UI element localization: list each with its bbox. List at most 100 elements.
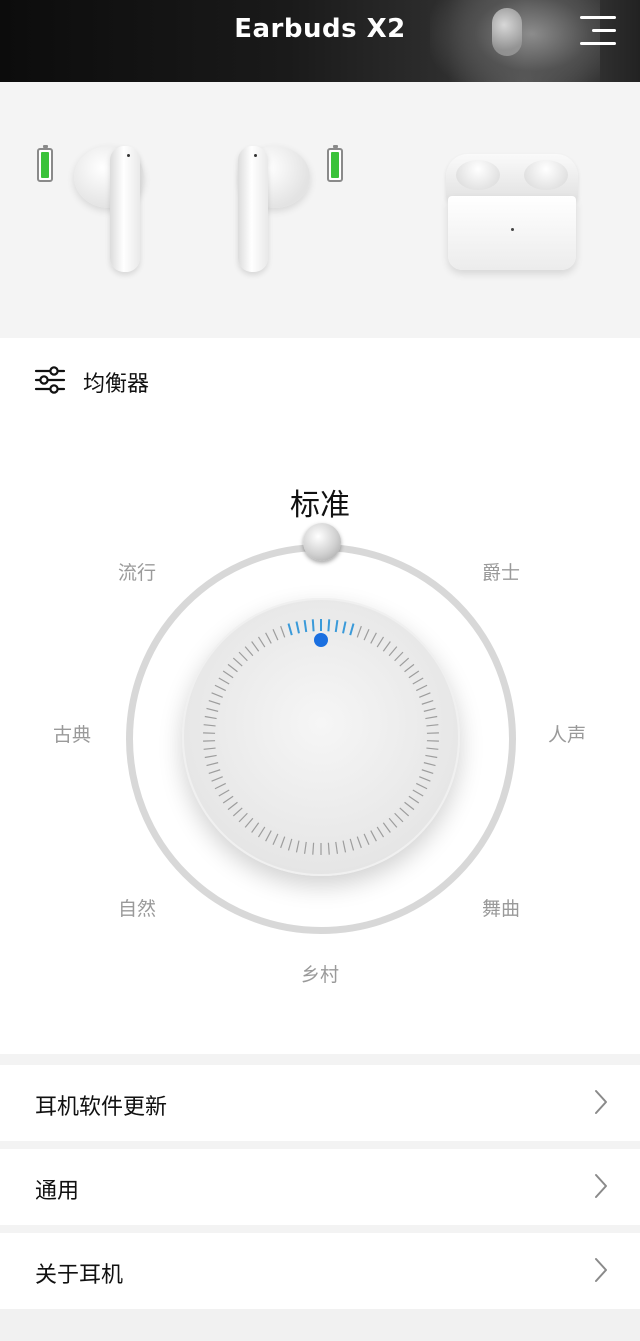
knob-tick (394, 651, 404, 662)
knob-tick (214, 684, 226, 692)
knob-tick (303, 841, 307, 854)
knob-tick (272, 833, 279, 846)
knob-tick (312, 842, 315, 855)
knob-tick (227, 801, 238, 811)
knob-tick (232, 807, 243, 817)
knob-tick (404, 801, 415, 811)
knob-tick (419, 776, 431, 782)
equalizer-dial-panel: 标准 流行 爵士 古典 人声 自然 舞曲 乡村 (0, 422, 640, 1054)
left-earbud-image (70, 138, 150, 278)
knob-tick (265, 632, 272, 644)
general-label: 通用 (35, 1179, 80, 1204)
hamburger-menu-icon[interactable] (576, 14, 616, 48)
knob-tick (416, 782, 428, 790)
knob-tick (394, 812, 404, 823)
knob-tick (421, 769, 434, 775)
knob-tick (363, 833, 370, 846)
bottom-spacer (0, 1309, 640, 1341)
knob-tick (214, 782, 226, 790)
knob-tick (426, 724, 439, 727)
knob-tick (356, 625, 362, 638)
knob-tick (232, 657, 243, 667)
knob-tick (382, 822, 391, 833)
knob-tick (327, 842, 330, 855)
right-battery-fill (331, 152, 339, 178)
knob-tick (211, 776, 223, 782)
knob-ticks (203, 619, 439, 855)
right-battery-icon (327, 145, 343, 182)
knob-tick (211, 692, 223, 698)
settings-row-firmware-update[interactable]: 耳机软件更新 (0, 1065, 640, 1141)
knob-tick (376, 636, 385, 648)
preset-vocal[interactable]: 人声 (548, 720, 586, 747)
knob-tick (419, 692, 431, 698)
knob-tick (251, 822, 260, 833)
knob-tick (425, 715, 438, 720)
knob-tick-active (349, 623, 355, 636)
knob-tick-active (342, 621, 347, 634)
chevron-right-icon (595, 1258, 607, 1282)
knob-tick-active (327, 619, 331, 632)
knob-tick (423, 762, 436, 767)
knob-tick (423, 707, 436, 712)
knob-tick-active (295, 621, 300, 634)
preset-country[interactable]: 乡村 (301, 960, 339, 987)
knob-tick (376, 826, 385, 838)
knob-tick (204, 754, 217, 759)
knob-tick-active (311, 619, 315, 632)
knob-tick-active (287, 623, 293, 636)
knob-tick (280, 836, 286, 849)
knob-tick (280, 625, 286, 638)
device-status-panel (0, 82, 640, 338)
knob-tick (204, 715, 217, 720)
knob-tick (218, 677, 230, 685)
preset-pop[interactable]: 流行 (118, 558, 156, 585)
knob-tick (203, 747, 216, 750)
preset-selector-handle[interactable] (303, 523, 341, 561)
current-preset-label: 标准 (290, 488, 350, 523)
knob-tick (265, 830, 272, 842)
sliders-icon (34, 366, 66, 394)
knob-tick-active (334, 620, 339, 633)
knob-tick (412, 677, 424, 685)
knob-tick (416, 684, 428, 692)
knob-tick (227, 663, 238, 673)
settings-row-about[interactable]: 关于耳机 (0, 1233, 640, 1309)
knob-tick (206, 707, 219, 712)
knob-tick (408, 795, 420, 804)
preset-classical[interactable]: 古典 (53, 720, 91, 747)
knob-tick (356, 836, 362, 849)
knob-tick (370, 830, 377, 842)
settings-row-general[interactable]: 通用 (0, 1149, 640, 1225)
knob-tick (335, 841, 339, 854)
knob-tick (208, 769, 221, 775)
knob-tick (425, 754, 438, 759)
preset-dance[interactable]: 舞曲 (482, 894, 520, 921)
left-battery-icon (37, 145, 53, 182)
preset-natural[interactable]: 自然 (118, 894, 156, 921)
knob-tick (404, 663, 415, 673)
knob-tick (244, 646, 254, 657)
about-earbuds-label: 关于耳机 (35, 1263, 124, 1288)
knob-tick (382, 641, 391, 652)
knob-tick (203, 724, 216, 727)
knob-tick (349, 838, 355, 851)
knob-tick (238, 651, 248, 662)
knob-tick (222, 670, 234, 679)
chevron-right-icon (595, 1174, 607, 1198)
knob-tick (399, 807, 410, 817)
equalizer-label: 均衡器 (83, 372, 150, 397)
knob-tick (426, 747, 439, 750)
knob-tick (421, 699, 434, 705)
knob-tick (388, 646, 398, 657)
knob-tick (295, 840, 300, 853)
firmware-update-label: 耳机软件更新 (35, 1095, 168, 1120)
knob-tick (399, 657, 410, 667)
knob-tick (244, 817, 254, 828)
knob-tick (257, 826, 266, 838)
preset-jazz[interactable]: 爵士 (482, 558, 520, 585)
right-earbud-image (234, 138, 314, 278)
equalizer-header[interactable]: 均衡器 (0, 338, 640, 422)
knob-tick (287, 838, 293, 851)
knob-tick-active (303, 620, 308, 633)
